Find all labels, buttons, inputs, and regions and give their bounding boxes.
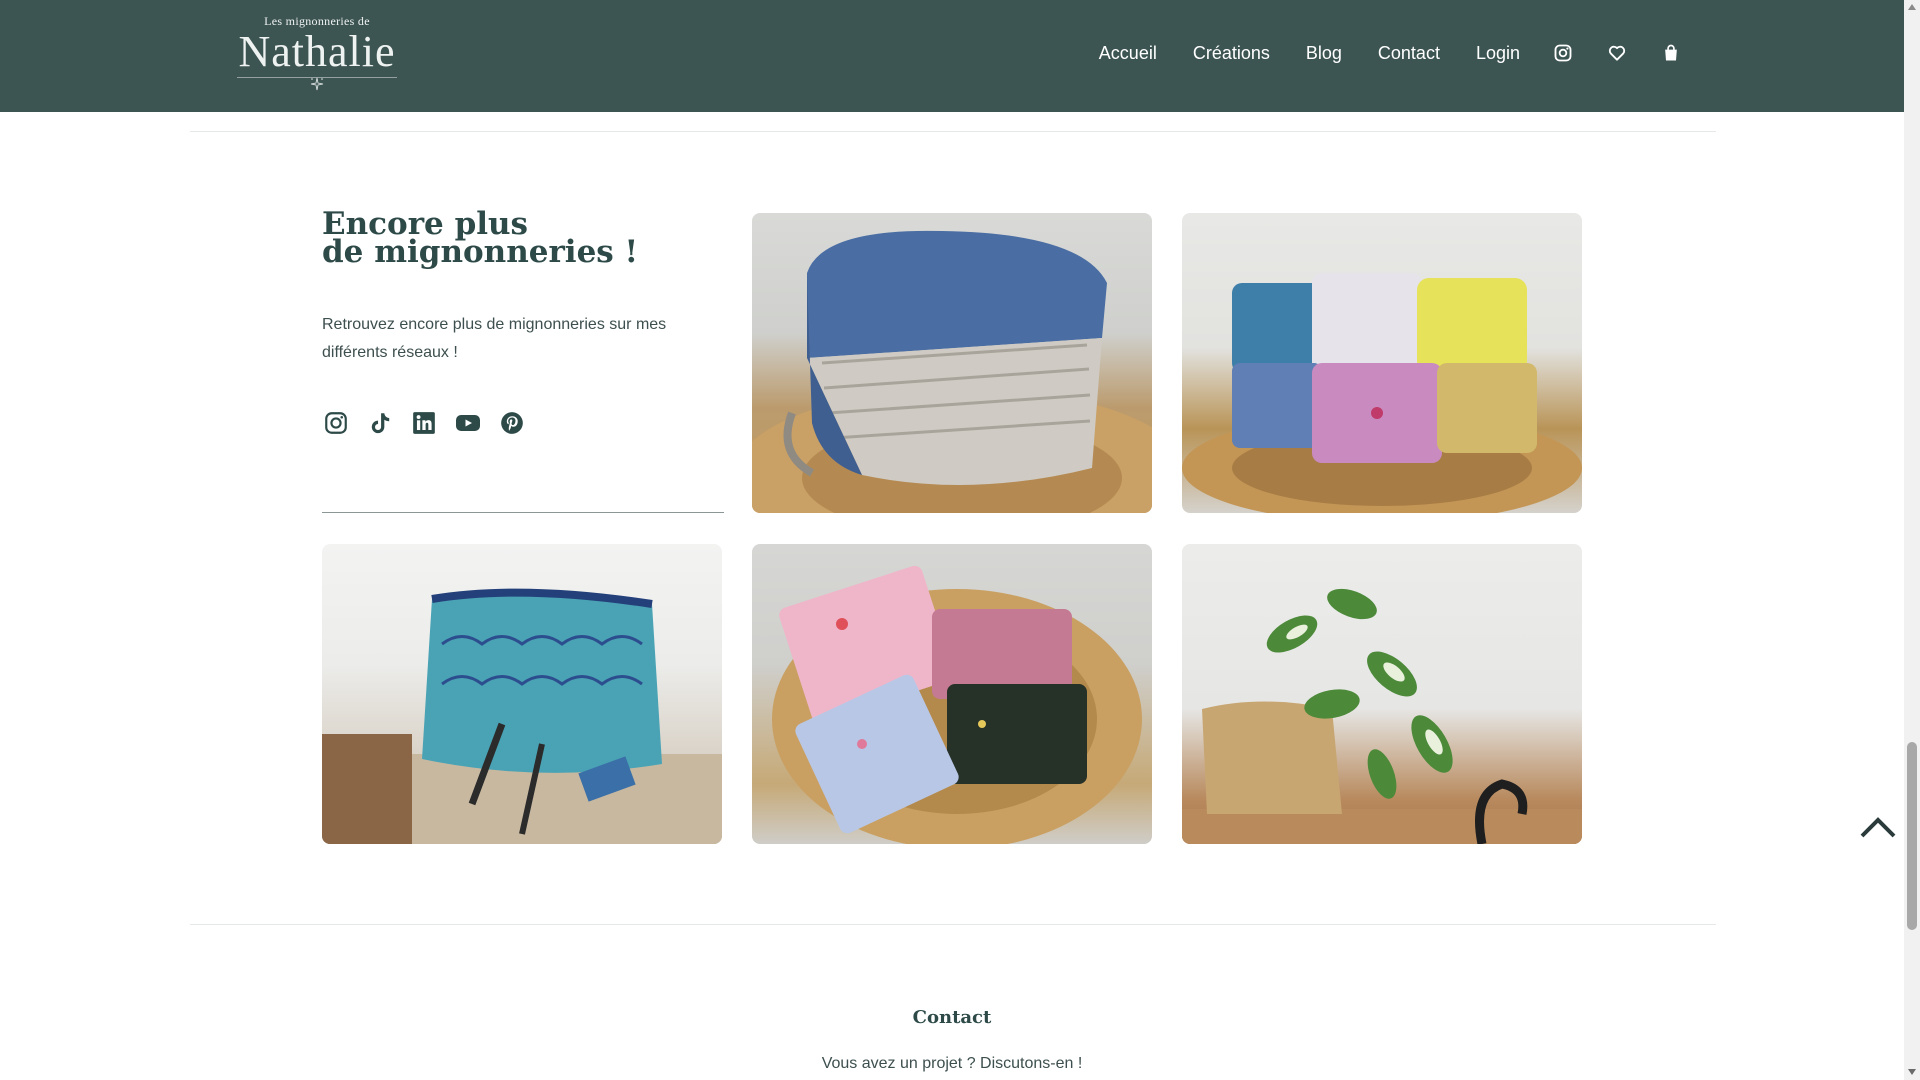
logo-name: Nathalie <box>238 27 396 76</box>
tiktok-icon[interactable] <box>366 409 394 437</box>
section-divider <box>190 924 1716 925</box>
social-links <box>322 409 724 437</box>
section-divider <box>190 131 1716 132</box>
instagram-icon[interactable] <box>322 409 350 437</box>
site-logo[interactable]: Les mignonneries de Nathalie <box>232 12 402 96</box>
scroll-up-arrow-icon[interactable] <box>1908 4 1916 10</box>
pinterest-icon[interactable] <box>498 409 526 437</box>
shopping-bag-icon[interactable] <box>1660 42 1682 64</box>
intro-divider <box>322 512 724 513</box>
sparkle-icon <box>310 77 324 91</box>
floral-pouches-illustration <box>772 565 1142 844</box>
contact-title: Contact <box>912 1007 992 1028</box>
chevron-up-icon <box>1860 817 1896 838</box>
gallery-image-floral-pouches[interactable] <box>752 544 1152 844</box>
scroll-thumb[interactable] <box>1907 742 1917 930</box>
plant-pot-illustration <box>1182 588 1582 844</box>
gallery-image-pencil-pouch[interactable] <box>322 544 722 844</box>
nav-blog[interactable]: Blog <box>1306 43 1342 64</box>
back-to-top-button[interactable] <box>1858 812 1898 842</box>
fabric-baskets-illustration <box>1182 273 1582 513</box>
gallery-image-fabric-baskets[interactable] <box>1182 213 1582 513</box>
scroll-down-arrow-icon[interactable] <box>1908 1069 1916 1075</box>
page: Les mignonneries de Nathalie Accueil Cré… <box>0 0 1904 1080</box>
youtube-icon[interactable] <box>454 409 482 437</box>
vertical-scrollbar[interactable] <box>1904 0 1920 1080</box>
main-nav: Accueil Créations Blog Contact Login <box>1063 38 1682 68</box>
nav-accueil[interactable]: Accueil <box>1099 43 1157 64</box>
intro-text: Retrouvez encore plus de mignonneries su… <box>322 316 667 361</box>
gallery-image-plant-pot[interactable] <box>1182 544 1582 844</box>
nav-login[interactable]: Login <box>1476 43 1520 64</box>
section-title: Encore plus de mignonneries ! <box>322 209 724 268</box>
site-header: Les mignonneries de Nathalie Accueil Cré… <box>0 0 1904 112</box>
contact-text: Vous avez un projet ? Discutons-en ! <box>821 1055 1083 1072</box>
linkedin-icon[interactable] <box>410 409 438 437</box>
gallery-image-toiletry-bag[interactable] <box>752 213 1152 513</box>
nav-creations[interactable]: Créations <box>1193 43 1270 64</box>
title-line-2: de mignonneries ! <box>322 234 639 270</box>
toiletry-bag-illustration <box>752 230 1152 513</box>
instagram-icon[interactable] <box>1552 42 1574 64</box>
pencil-pouch-illustration <box>322 588 722 844</box>
heart-icon[interactable] <box>1606 42 1628 64</box>
nav-contact[interactable]: Contact <box>1378 43 1440 64</box>
social-intro: Encore plus de mignonneries ! Retrouvez … <box>322 209 724 437</box>
